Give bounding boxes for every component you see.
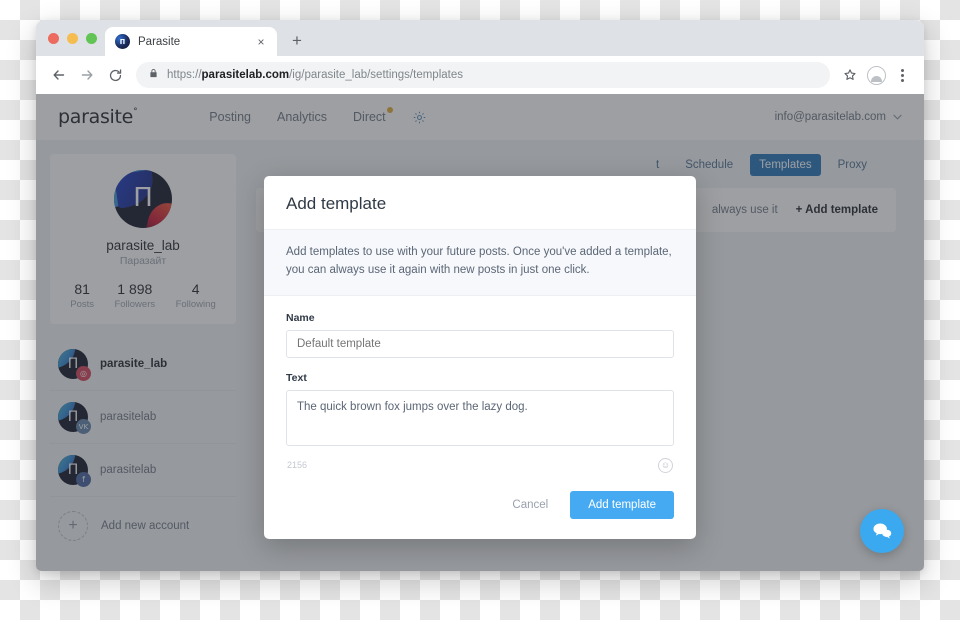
name-input[interactable]: [286, 329, 674, 358]
text-textarea[interactable]: The quick brown fox jumps over the lazy …: [286, 389, 674, 446]
profile-avatar-icon[interactable]: [864, 63, 888, 87]
forward-arrow-icon[interactable]: [74, 62, 100, 88]
chat-bubble-icon[interactable]: [860, 509, 904, 553]
close-window-button[interactable]: [48, 32, 59, 44]
address-bar-url: https://parasitelab.com/ig/parasite_lab/…: [167, 69, 463, 81]
reload-icon[interactable]: [102, 62, 128, 88]
browser-toolbar: https://parasitelab.com/ig/parasite_lab/…: [36, 56, 924, 94]
parasite-favicon-icon: п: [115, 34, 130, 49]
modal-header: Add template: [264, 176, 696, 229]
close-tab-icon[interactable]: ×: [253, 34, 269, 50]
lock-icon: [148, 66, 159, 84]
modal-info-text: Add templates to use with your future po…: [264, 229, 696, 296]
modal-footer: Cancel Add template: [264, 477, 696, 539]
browser-window: п Parasite × + https://parasitelab.com/i…: [36, 20, 924, 571]
maximize-window-button[interactable]: [86, 32, 97, 44]
minimize-window-button[interactable]: [67, 32, 78, 44]
browser-tab-title: Parasite: [138, 35, 181, 48]
modal-title: Add template: [286, 194, 387, 213]
name-field-label: Name: [286, 311, 315, 324]
window-traffic-lights: [46, 20, 105, 56]
browser-tab[interactable]: п Parasite ×: [105, 27, 277, 56]
emoji-smiley-icon[interactable]: ☺: [658, 457, 673, 473]
submit-add-template-button[interactable]: Add template: [570, 490, 674, 519]
address-bar[interactable]: https://parasitelab.com/ig/parasite_lab/…: [136, 62, 830, 88]
character-counter: 2156: [287, 460, 308, 471]
page-viewport: parasite° Posting Analytics Direct info@…: [36, 94, 924, 571]
cancel-button[interactable]: Cancel: [508, 493, 552, 517]
new-tab-button[interactable]: +: [283, 26, 311, 54]
modal-body: Name Text The quick brown fox jumps over…: [264, 296, 696, 477]
textarea-meta-row: 2156 ☺: [286, 451, 674, 473]
star-icon[interactable]: [838, 63, 862, 87]
back-arrow-icon[interactable]: [46, 62, 72, 88]
text-field-label: Text: [286, 371, 307, 384]
add-template-modal: Add template Add templates to use with y…: [264, 176, 696, 539]
kebab-menu-icon[interactable]: [890, 63, 914, 87]
browser-tab-strip: п Parasite × +: [36, 20, 924, 56]
